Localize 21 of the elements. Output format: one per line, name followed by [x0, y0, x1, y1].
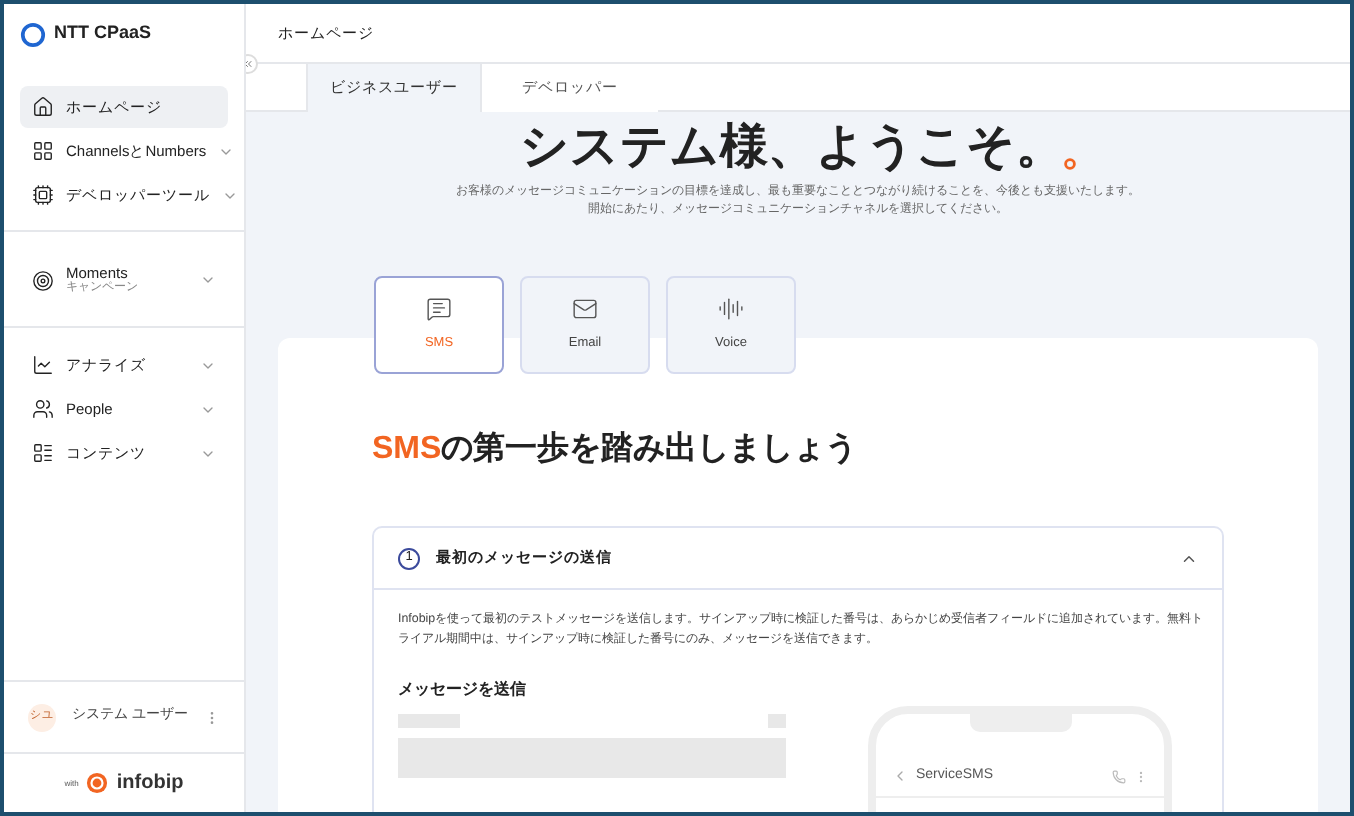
sound-wave-icon	[718, 296, 744, 323]
section-heading: の第一歩を踏み出しましょう	[441, 434, 858, 466]
brand-wordmark: infobip	[116, 770, 184, 798]
form-heading: メッセージを送信	[398, 678, 528, 702]
brand-logo: NTT CPaaS	[54, 20, 152, 47]
chart-icon	[32, 354, 54, 376]
logo-ring-icon	[20, 21, 46, 47]
dot-icon	[1064, 158, 1076, 170]
brand-ring-icon	[86, 772, 109, 794]
people-icon	[32, 398, 54, 420]
home-icon	[32, 96, 54, 118]
chat-bubble-icon	[426, 296, 452, 323]
phone-icon	[1112, 769, 1126, 784]
highlight-word: SMS	[372, 434, 442, 466]
chip-icon	[32, 184, 54, 206]
welcome-heading: システム様、ようこそ。	[520, 124, 1064, 172]
grid-icon	[32, 140, 54, 162]
target-icon	[32, 269, 54, 291]
back-icon	[892, 768, 908, 785]
mail-icon	[572, 296, 598, 323]
layout-icon	[32, 442, 54, 464]
